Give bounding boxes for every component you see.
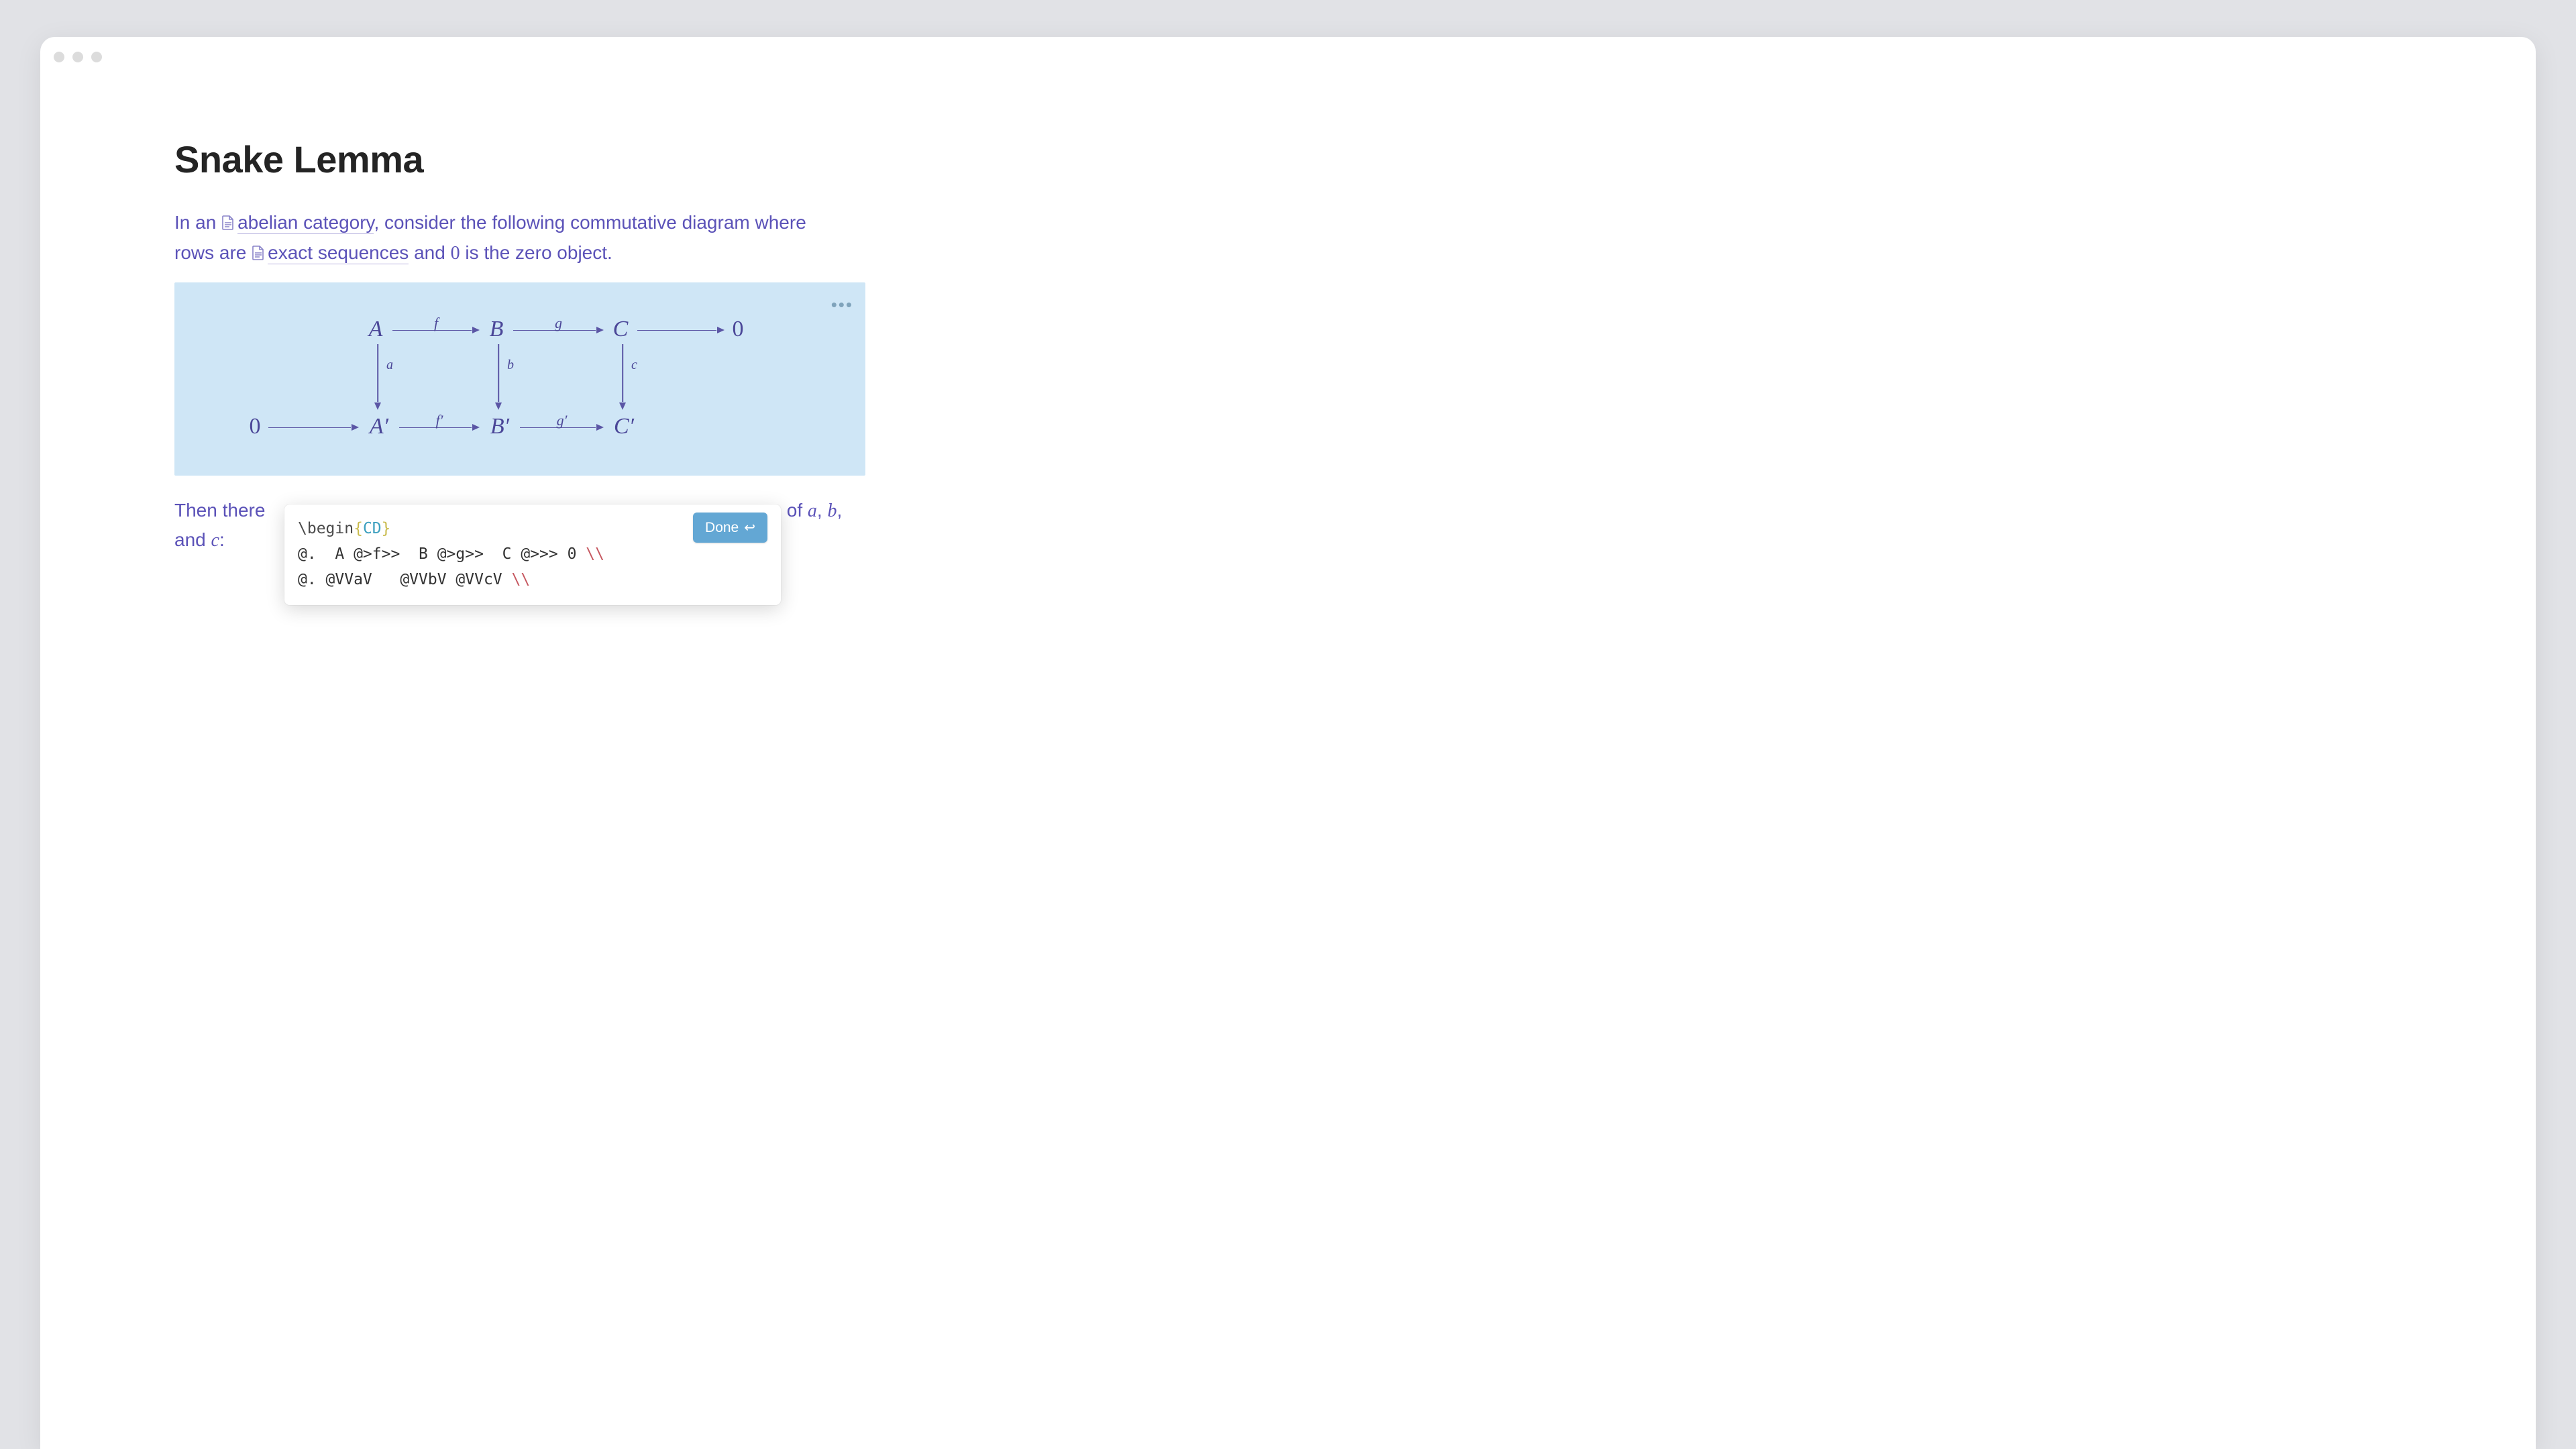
arrow-B-to-C: g — [513, 329, 604, 331]
code-line-2-esc: \\ — [586, 545, 604, 563]
block-menu-icon[interactable]: ••• — [831, 294, 853, 315]
page-content: Snake Lemma In an abelian category, cons… — [40, 37, 2536, 555]
intro-text-mid2: and — [409, 242, 450, 263]
label-a: a — [386, 358, 393, 373]
para2-prefix: Then there — [174, 500, 265, 521]
tok-rb: } — [382, 520, 391, 537]
label-b: b — [507, 358, 514, 373]
code-line-2-body: @. A @>f>> B @>g>> C @>>> 0 — [298, 545, 586, 563]
node-C: C — [613, 317, 629, 342]
arrow-0-to-Aprime — [268, 427, 359, 428]
intro-text-suffix: is the zero object. — [460, 242, 612, 263]
app-window: Snake Lemma In an abelian category, cons… — [40, 37, 2536, 1449]
arrow-Aprime-to-Bprime: f′ — [399, 427, 480, 428]
code-line-3-esc: \\ — [512, 571, 531, 588]
page-icon — [221, 209, 235, 238]
tok-begin: \begin — [298, 520, 354, 537]
equation-block[interactable]: ••• A B C 0 0 A′ B′ C′ f g — [174, 282, 865, 476]
node-Aprime: A′ — [370, 414, 388, 439]
node-A: A — [369, 317, 383, 342]
para2-a: a — [808, 500, 817, 521]
done-button[interactable]: Done ↩ — [693, 513, 767, 543]
para2-colon: : — [219, 529, 225, 550]
page-icon — [252, 239, 265, 268]
arrow-b-down: b — [498, 344, 499, 410]
para2-c: c — [211, 530, 219, 551]
label-g: g — [555, 315, 562, 332]
window-zoom-dot[interactable] — [91, 52, 102, 62]
window-close-dot[interactable] — [54, 52, 64, 62]
latex-editor-popup[interactable]: Done ↩ \begin{CD} @. A @>f>> B @>g>> C @… — [284, 504, 781, 605]
node-zero-top: 0 — [733, 317, 744, 342]
window-minimize-dot[interactable] — [72, 52, 83, 62]
arrow-Bprime-to-Cprime: g′ — [520, 427, 604, 428]
tok-env: CD — [363, 520, 382, 537]
intro-text-prefix: In an — [174, 212, 221, 233]
arrow-C-to-0 — [637, 329, 724, 331]
return-icon: ↩ — [744, 519, 755, 536]
link-exact-sequences[interactable]: exact sequences — [268, 242, 409, 264]
node-Bprime: B′ — [490, 414, 509, 439]
code-line-3-body: @. @VVaV @VVbV @VVcV — [298, 571, 512, 588]
label-f: f — [434, 315, 438, 332]
para2-b: b — [827, 500, 837, 521]
window-controls — [54, 52, 102, 62]
node-B: B — [490, 317, 504, 342]
done-button-label: Done — [705, 520, 739, 536]
label-fprime: f′ — [436, 412, 443, 429]
arrow-a-down: a — [377, 344, 378, 410]
arrow-A-to-B: f — [392, 329, 480, 331]
intro-zero: 0 — [451, 243, 460, 264]
intro-paragraph: In an abelian category, consider the fol… — [174, 208, 845, 269]
node-zero-bottom: 0 — [250, 414, 261, 439]
node-Cprime: C′ — [614, 414, 634, 439]
link-abelian-category[interactable]: abelian category — [237, 212, 374, 234]
label-c: c — [631, 358, 637, 373]
tok-lb: { — [354, 520, 363, 537]
arrow-c-down: c — [622, 344, 623, 410]
commutative-diagram: A B C 0 0 A′ B′ C′ f g — [248, 303, 798, 457]
page-title: Snake Lemma — [174, 138, 2402, 181]
para2-sep1: , — [817, 500, 828, 521]
label-gprime: g′ — [557, 412, 568, 429]
